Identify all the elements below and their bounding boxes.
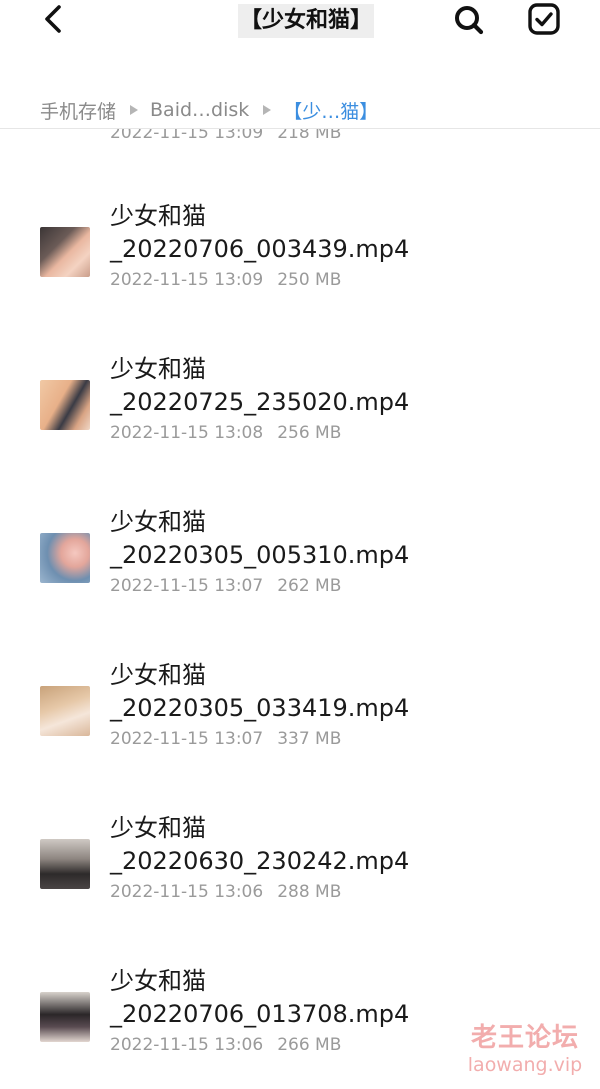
file-date: 2022-11-15 13:07	[110, 729, 264, 749]
file-meta: 2022-11-15 13:07 337 MB	[110, 729, 341, 749]
page-title: 【少女和猫】	[238, 4, 375, 38]
file-meta: 2022-11-15 13:06 288 MB	[110, 882, 341, 902]
file-size: 288 MB	[277, 882, 342, 902]
file-name-line2: _20220630_230242.mp4	[110, 847, 410, 875]
file-size: 262 MB	[277, 576, 342, 596]
file-name: 少女和猫 _20220630_230242.mp4	[110, 812, 409, 878]
back-button[interactable]	[36, 2, 70, 36]
partial-file-meta: 2022-11-15 13:09 218 MB	[110, 129, 341, 143]
file-size: 218 MB	[277, 129, 342, 143]
list-item[interactable]: 少女和猫 _20220725_235020.mp4 2022-11-15 13:…	[0, 353, 600, 473]
list-item[interactable]: 少女和猫 _20220706_003439.mp4 2022-11-15 13:…	[0, 200, 600, 320]
chevron-left-icon	[45, 5, 61, 33]
file-meta: 2022-11-15 13:08 256 MB	[110, 423, 341, 443]
file-name-line2: _20220305_005310.mp4	[110, 541, 410, 569]
file-meta: 2022-11-15 13:06 266 MB	[110, 1035, 341, 1055]
file-name: 少女和猫 _20220706_013708.mp4	[110, 965, 409, 1031]
breadcrumb: 手机存储 Baid…disk 【少…猫】	[40, 96, 378, 124]
list-item[interactable]: 少女和猫 _20220305_005310.mp4 2022-11-15 13:…	[0, 506, 600, 626]
file-name: 少女和猫 _20220305_005310.mp4	[110, 506, 409, 572]
watermark-text-url: laowang.vip	[467, 1054, 583, 1076]
list-item[interactable]: 少女和猫 _20220630_230242.mp4 2022-11-15 13:…	[0, 812, 600, 932]
file-size: 256 MB	[277, 423, 342, 443]
file-size: 266 MB	[277, 1035, 342, 1055]
breadcrumb-separator-icon	[130, 105, 139, 115]
file-size: 337 MB	[277, 729, 342, 749]
file-name-line1: 少女和猫	[110, 355, 206, 383]
video-thumbnail	[40, 992, 90, 1042]
file-date: 2022-11-15 13:07	[110, 576, 264, 596]
file-name-line1: 少女和猫	[110, 814, 206, 842]
file-date: 2022-11-15 13:09	[110, 129, 264, 143]
search-icon	[455, 6, 484, 35]
file-date: 2022-11-15 13:08	[110, 423, 264, 443]
video-thumbnail	[40, 380, 90, 430]
file-list[interactable]: 2022-11-15 13:09 218 MB 少女和猫 _20220706_00…	[0, 129, 600, 1089]
file-name: 少女和猫 _20220725_235020.mp4	[110, 353, 409, 419]
file-name-line1: 少女和猫	[110, 661, 206, 689]
video-thumbnail	[40, 533, 90, 583]
breadcrumb-item-current-folder[interactable]: 【少…猫】	[283, 97, 378, 124]
file-name: 少女和猫 _20220706_003439.mp4	[110, 200, 409, 266]
checkbox-checked-icon	[528, 3, 560, 35]
search-button[interactable]	[451, 2, 487, 38]
video-thumbnail	[40, 686, 90, 736]
top-bar: 【少女和猫】	[0, 0, 600, 48]
file-name-line1: 少女和猫	[110, 508, 206, 536]
breadcrumb-item-baidu-disk[interactable]: Baid…disk	[150, 99, 249, 121]
select-mode-button[interactable]	[525, 0, 563, 38]
file-name-line2: _20220305_033419.mp4	[110, 694, 410, 722]
file-browser-screen: 【少女和猫】 手机存储 Baid…disk 【少…猫】 2022-11-15 1…	[0, 0, 600, 1089]
video-thumbnail	[40, 227, 90, 277]
file-name-line2: _20220706_013708.mp4	[110, 1000, 410, 1028]
breadcrumb-item-phone-storage[interactable]: 手机存储	[40, 97, 116, 124]
file-size: 250 MB	[277, 270, 342, 290]
file-name: 少女和猫 _20220305_033419.mp4	[110, 659, 409, 725]
file-name-line2: _20220706_003439.mp4	[110, 235, 410, 263]
file-name-line1: 少女和猫	[110, 967, 206, 995]
file-name-line2: _20220725_235020.mp4	[110, 388, 410, 416]
file-meta: 2022-11-15 13:07 262 MB	[110, 576, 341, 596]
file-name-line1: 少女和猫	[110, 202, 206, 230]
file-date: 2022-11-15 13:06	[110, 882, 264, 902]
file-date: 2022-11-15 13:06	[110, 1035, 264, 1055]
file-date: 2022-11-15 13:09	[110, 270, 264, 290]
file-meta: 2022-11-15 13:09 250 MB	[110, 270, 341, 290]
video-thumbnail	[40, 839, 90, 889]
watermark: 老王论坛 laowang.vip	[460, 1022, 590, 1076]
watermark-text-cn: 老王论坛	[470, 1023, 579, 1053]
list-item[interactable]: 少女和猫 _20220305_033419.mp4 2022-11-15 13:…	[0, 659, 600, 779]
breadcrumb-separator-icon	[263, 105, 272, 115]
